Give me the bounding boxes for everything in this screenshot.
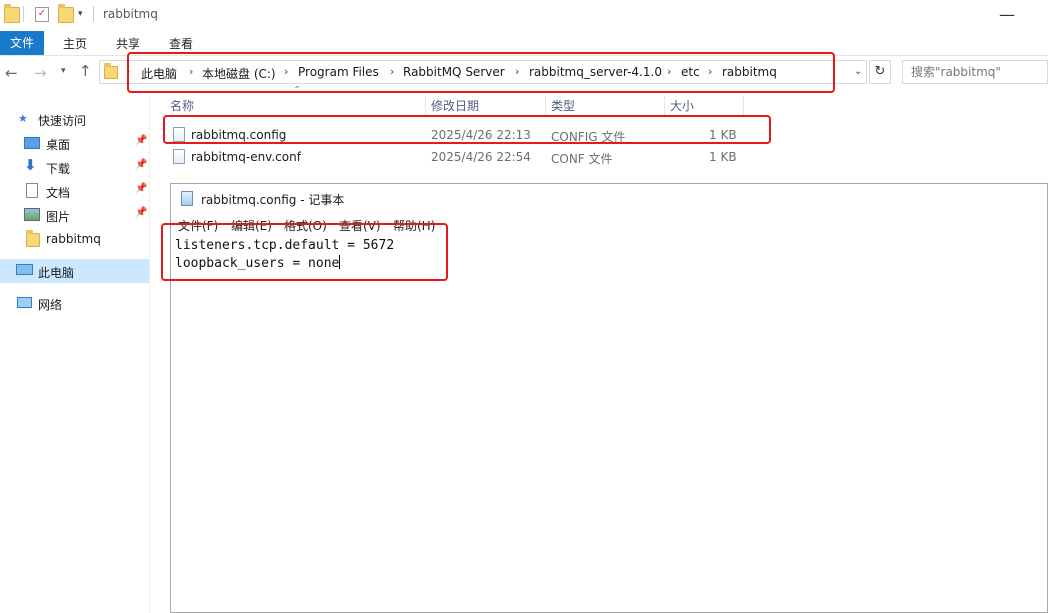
- sidebar-item-downloads[interactable]: ⬇ 下载 📌: [0, 156, 149, 179]
- sidebar-item-label: 此电脑: [38, 266, 75, 280]
- sidebar-item-rabbitmq[interactable]: rabbitmq: [0, 228, 149, 251]
- file-type: CONF 文件: [551, 152, 613, 166]
- minimize-button[interactable]: —: [999, 5, 1015, 24]
- file-highlight-box: [163, 115, 771, 144]
- notepad-icon: [181, 191, 193, 206]
- sidebar-item-label: 图片: [46, 210, 71, 224]
- column-header-type[interactable]: 类型: [551, 97, 575, 114]
- computer-icon: [16, 264, 33, 275]
- document-icon: [26, 183, 38, 198]
- column-header-size[interactable]: 大小: [670, 97, 694, 114]
- customize-quick-access-icon[interactable]: ▾: [78, 9, 83, 19]
- column-header-name[interactable]: 名称: [170, 97, 194, 114]
- sidebar-item-label: 下载: [46, 162, 71, 176]
- sidebar-item-label: 桌面: [46, 138, 71, 152]
- properties-icon[interactable]: ✓: [35, 7, 49, 22]
- refresh-button[interactable]: ↻: [869, 60, 891, 84]
- up-button[interactable]: ↑: [79, 62, 92, 80]
- window-title: rabbitmq: [103, 7, 158, 21]
- column-header-date[interactable]: 修改日期: [431, 97, 479, 114]
- conf-file-icon: [173, 149, 185, 164]
- network-icon: [17, 297, 32, 308]
- back-button[interactable]: ←: [5, 64, 18, 82]
- forward-button[interactable]: →: [34, 64, 47, 82]
- tab-view[interactable]: 查看: [169, 35, 193, 52]
- table-row[interactable]: rabbitmq-env.conf 2025/4/26 22:54 CONF 文…: [163, 146, 768, 168]
- address-highlight-box: [127, 52, 835, 93]
- sidebar-item-label: 文档: [46, 186, 71, 200]
- folder-icon: [104, 63, 118, 79]
- content-highlight-box: [161, 223, 448, 281]
- sidebar-quick-access[interactable]: 快速访问: [38, 112, 86, 129]
- pin-icon[interactable]: 📌: [135, 207, 147, 218]
- download-icon: ⬇: [24, 156, 37, 174]
- column-divider[interactable]: [664, 95, 665, 115]
- sidebar-item-this-pc[interactable]: 此电脑: [0, 259, 149, 283]
- pin-icon[interactable]: 📌: [135, 183, 147, 194]
- picture-icon: [24, 208, 40, 221]
- pin-icon[interactable]: 📌: [135, 135, 147, 146]
- file-tab[interactable]: 文件: [0, 31, 44, 55]
- column-divider[interactable]: [425, 95, 426, 115]
- pin-icon[interactable]: 📌: [135, 159, 147, 170]
- sidebar-divider: [149, 95, 150, 613]
- star-icon: ★: [18, 112, 28, 125]
- new-folder-icon[interactable]: [58, 4, 74, 23]
- sidebar-item-label: rabbitmq: [46, 232, 101, 246]
- file-name: rabbitmq-env.conf: [191, 150, 301, 164]
- sidebar-item-label: 网络: [38, 298, 63, 312]
- sidebar-item-network[interactable]: 网络: [0, 292, 149, 314]
- title-bar: ✓ ▾ rabbitmq —: [0, 0, 1048, 30]
- divider: [23, 6, 24, 22]
- sidebar-item-pictures[interactable]: 图片 📌: [0, 204, 149, 227]
- sidebar-item-documents[interactable]: 文档 📌: [0, 180, 149, 203]
- folder-icon: [26, 230, 40, 247]
- divider: [93, 6, 94, 22]
- tab-home[interactable]: 主页: [63, 35, 87, 52]
- file-size: 1 KB: [709, 150, 737, 164]
- notepad-title: rabbitmq.config - 记事本: [201, 193, 345, 207]
- search-input[interactable]: 搜索"rabbitmq": [902, 60, 1048, 84]
- chevron-up-icon: ⌃: [293, 85, 302, 96]
- address-dropdown-button[interactable]: ⌄: [854, 66, 862, 77]
- recent-locations-button[interactable]: ▾: [61, 66, 66, 76]
- column-divider[interactable]: [545, 95, 546, 115]
- file-date: 2025/4/26 22:54: [431, 150, 531, 164]
- sidebar-item-desktop[interactable]: 桌面 📌: [0, 132, 149, 155]
- desktop-icon: [24, 137, 40, 149]
- column-divider[interactable]: [743, 95, 744, 115]
- folder-icon: [4, 4, 20, 23]
- tab-share[interactable]: 共享: [116, 35, 140, 52]
- notepad-text-area[interactable]: listeners.tcp.default = 5672 loopback_us…: [171, 234, 1047, 612]
